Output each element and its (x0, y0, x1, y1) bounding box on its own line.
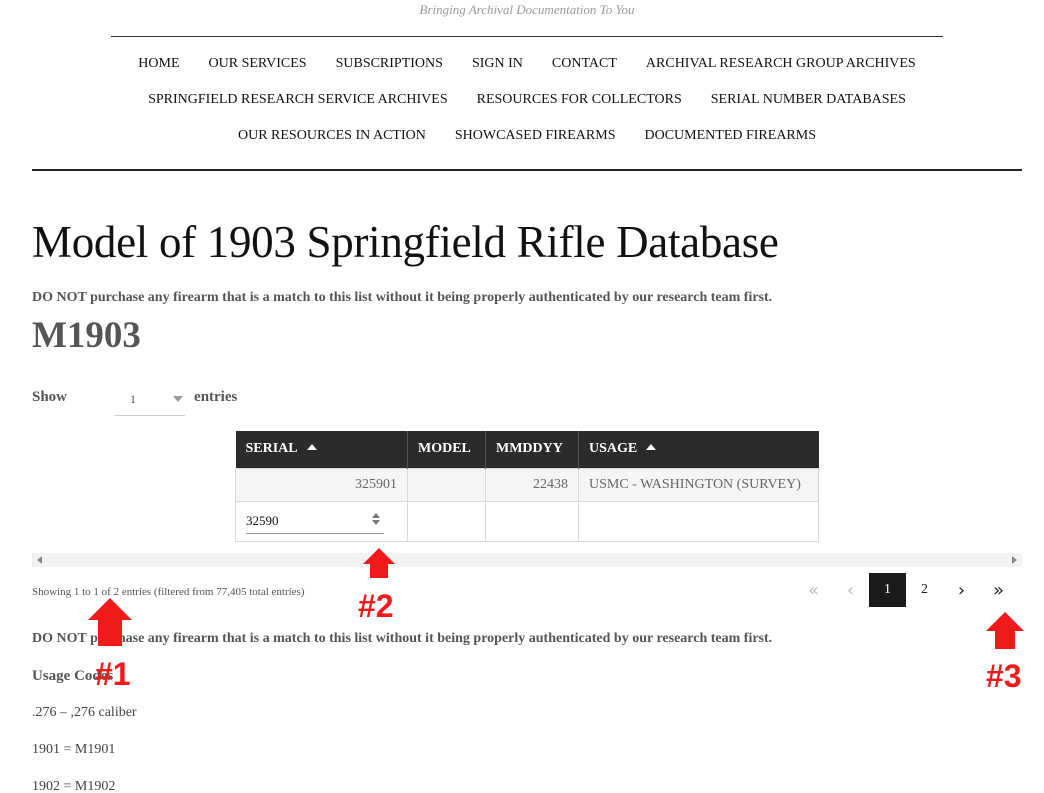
annotation-arrow-2-icon (363, 548, 395, 578)
entries-length-control: Show 1 entries (32, 389, 237, 416)
previous-page-button[interactable]: ‹ (832, 573, 869, 607)
nav-row-1: HOME OUR SERVICES SUBSCRIPTIONS SIGN IN … (0, 56, 1044, 72)
column-header-serial[interactable]: SERIAL (235, 431, 408, 468)
serial-database-table: SERIAL MODEL MMDDYY USAGE 325901 22438 U… (235, 431, 819, 542)
usage-code-line: 1901 = M1901 (32, 742, 116, 757)
page-2-button[interactable]: 2 (906, 573, 943, 607)
nav-contact[interactable]: CONTACT (552, 56, 617, 72)
page-title: Model of 1903 Springfield Rifle Database (32, 217, 779, 267)
column-label-mmddyy: MMDDYY (496, 441, 563, 457)
number-spinner[interactable] (372, 513, 380, 525)
usage-code-line: .276 – ,276 caliber (32, 705, 137, 720)
column-header-usage[interactable]: USAGE (578, 431, 819, 468)
mmddyy-filter-cell (485, 500, 579, 542)
cell-usage: USMC - WASHINGTON (SURVEY) (578, 467, 819, 502)
nav-subscriptions[interactable]: SUBSCRIPTIONS (336, 56, 443, 72)
column-label-serial: SERIAL (245, 441, 298, 457)
nav-divider (32, 169, 1022, 171)
column-label-model: MODEL (418, 441, 471, 457)
nav-home[interactable]: HOME (138, 56, 179, 72)
pagination: « ‹ 1 2 › » (795, 573, 1017, 607)
next-page-button[interactable]: › (943, 573, 980, 607)
sort-ascending-icon (646, 444, 657, 451)
column-filter-row: 32590 (235, 500, 819, 542)
annotation-marker-2: #2 (358, 588, 394, 624)
model-heading: M1903 (32, 315, 141, 356)
entries-length-select[interactable]: 1 (115, 389, 186, 416)
nav-our-services[interactable]: OUR SERVICES (209, 56, 307, 72)
header-divider (111, 36, 943, 37)
annotation-arrow-3-icon (986, 612, 1024, 649)
nav-resources-for-collectors[interactable]: RESOURCES FOR COLLECTORS (477, 92, 682, 108)
model-filter-cell (407, 500, 486, 542)
nav-serial-number-databases[interactable]: SERIAL NUMBER DATABASES (711, 92, 906, 108)
serial-filter-cell: 32590 (235, 500, 408, 542)
nav-archival-research-group-archives[interactable]: ARCHIVAL RESEARCH GROUP ARCHIVES (646, 56, 916, 72)
page-1-button[interactable]: 1 (869, 573, 906, 607)
scroll-right-icon[interactable] (1012, 556, 1017, 564)
nav-our-resources-in-action[interactable]: OUR RESOURCES IN ACTION (238, 128, 426, 144)
spinner-up-icon[interactable] (372, 513, 380, 518)
cell-model (407, 467, 486, 502)
nav-sign-in[interactable]: SIGN IN (472, 56, 523, 72)
annotation-marker-1: #1 (95, 656, 131, 692)
nav-row-2: SPRINGFIELD RESEARCH SERVICE ARCHIVES RE… (0, 92, 1044, 108)
annotation-arrow-1-icon (88, 598, 132, 646)
first-page-button[interactable]: « (795, 573, 832, 607)
scroll-left-icon[interactable] (37, 556, 42, 564)
chevron-down-icon (173, 396, 184, 402)
show-label: Show (32, 389, 68, 405)
last-page-button[interactable]: » (980, 573, 1017, 607)
nav-row-3: OUR RESOURCES IN ACTION SHOWCASED FIREAR… (0, 128, 1044, 144)
column-header-model[interactable]: MODEL (407, 431, 486, 468)
sort-ascending-icon (306, 444, 317, 451)
site-tagline: Bringing Archival Documentation To You (419, 2, 635, 17)
usage-code-line: 1902 = M1902 (32, 779, 116, 793)
table-row: 325901 22438 USMC - WASHINGTON (SURVEY) (235, 467, 819, 502)
column-header-mmddyy[interactable]: MMDDYY (485, 431, 579, 468)
entries-length-value: 1 (130, 392, 137, 406)
entries-label: entries (194, 389, 238, 405)
nav-documented-firearms[interactable]: DOCUMENTED FIREARMS (644, 128, 816, 144)
column-label-usage: USAGE (589, 441, 638, 457)
usage-filter-cell (578, 500, 819, 542)
nav-springfield-research-service-archives[interactable]: SPRINGFIELD RESEARCH SERVICE ARCHIVES (148, 92, 448, 108)
annotation-marker-3: #3 (986, 658, 1022, 694)
spinner-down-icon[interactable] (372, 520, 380, 525)
table-info: Showing 1 to 1 of 2 entries (filtered fr… (32, 586, 305, 598)
purchase-warning-bottom: DO NOT purchase any firearm that is a ma… (32, 631, 773, 646)
serial-filter-value: 32590 (246, 513, 279, 528)
horizontal-scrollbar[interactable] (32, 553, 1022, 567)
nav-showcased-firearms[interactable]: SHOWCASED FIREARMS (455, 128, 616, 144)
cell-mmddyy: 22438 (485, 467, 579, 502)
cell-serial: 325901 (235, 467, 408, 502)
serial-filter-input[interactable]: 32590 (246, 508, 384, 534)
purchase-warning-top: DO NOT purchase any firearm that is a ma… (32, 290, 773, 305)
